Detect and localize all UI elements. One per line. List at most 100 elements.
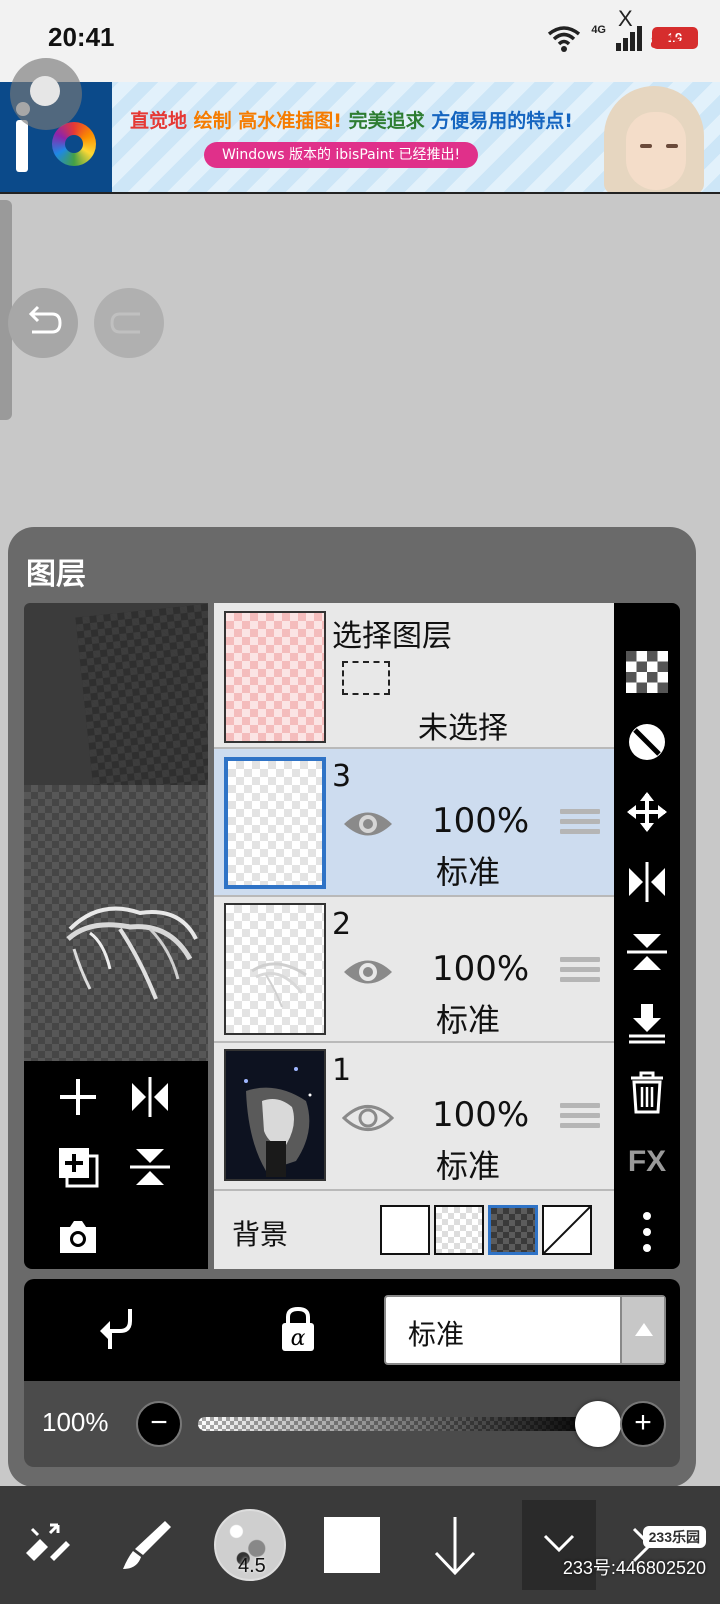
left-layer-tools — [24, 1061, 208, 1269]
network-type-label: 4G — [591, 24, 606, 36]
watermark: 233乐园 233号:446802520 — [563, 1526, 706, 1580]
background-none-option[interactable] — [542, 1205, 592, 1255]
floating-handle[interactable] — [10, 58, 82, 130]
flip-horizontal-icon — [132, 1077, 168, 1117]
clipping-button[interactable] — [96, 1305, 136, 1355]
flip-horizontal-icon — [629, 862, 665, 902]
copy-layer-button[interactable] — [52, 1141, 104, 1193]
flip-horizontal-button[interactable] — [624, 859, 670, 905]
tool-switch-icon — [26, 1523, 70, 1561]
brush-size-value: 4.5 — [238, 1555, 266, 1577]
layer-panel-title: 图层 — [26, 557, 86, 592]
visibility-eye-icon[interactable] — [342, 807, 394, 841]
brush-tool-button[interactable] — [110, 1500, 180, 1590]
slash-icon — [543, 1206, 591, 1254]
alpha-lock-button[interactable]: α — [278, 1305, 318, 1357]
drag-handle-icon[interactable] — [560, 1103, 600, 1133]
move-button[interactable] — [624, 789, 670, 835]
opacity-decrease-button[interactable]: − — [136, 1401, 182, 1447]
background-transparent-dark-option[interactable] — [488, 1205, 538, 1255]
visibility-eye-icon[interactable] — [342, 1101, 394, 1135]
checker-icon — [626, 651, 668, 693]
ad-banner[interactable]: 直觉地 绘制 高水准插图! 完美追求 方便易用的特点! Windows 版本的 … — [0, 82, 720, 194]
ad-subline: Windows 版本的 ibisPaint 已经推出! — [204, 142, 479, 168]
flip-vertical-icon — [130, 1149, 170, 1185]
blend-mode-value: 标准 — [408, 1318, 465, 1351]
invert-icon — [629, 724, 665, 760]
watermark-logo: 233乐园 — [642, 1526, 706, 1548]
more-icon — [643, 1212, 651, 1252]
opacity-value: 100% — [42, 1407, 109, 1437]
merge-down-icon — [629, 1004, 665, 1044]
merge-down-button[interactable] — [624, 999, 670, 1045]
layer-bottom-bar: α 标准 — [24, 1279, 680, 1381]
layer-thumbnail — [224, 903, 326, 1035]
trash-icon — [631, 1071, 663, 1114]
opacity-slider-thumb[interactable] — [575, 1401, 621, 1447]
background-transparent-light-option[interactable] — [434, 1205, 484, 1255]
delete-layer-button[interactable] — [624, 1069, 670, 1115]
fx-label: FX — [627, 1145, 667, 1178]
camera-button[interactable] — [52, 1211, 104, 1263]
dropdown-arrow-icon[interactable] — [620, 1297, 664, 1363]
selection-layer-name: 选择图层 — [332, 619, 452, 654]
hair-sketch-thumbnail — [251, 962, 307, 1008]
flip-layer-vertical-button[interactable] — [124, 1141, 176, 1193]
opacity-increase-button[interactable]: + — [620, 1401, 666, 1447]
redo-button[interactable] — [94, 288, 164, 358]
layer-number: 3 — [332, 759, 352, 794]
clipping-arrow-icon — [100, 1309, 132, 1349]
more-options-button[interactable] — [624, 1209, 670, 1255]
layer-blend-mode: 标准 — [436, 853, 501, 891]
flip-vertical-button[interactable] — [624, 929, 670, 975]
layer-row[interactable]: 1 100% 标准 — [214, 1043, 614, 1191]
background-label: 背景 — [232, 1218, 289, 1251]
redo-icon — [110, 312, 140, 334]
layer-number: 1 — [332, 1053, 352, 1088]
undo-button[interactable] — [8, 288, 78, 358]
ad-character-image — [596, 82, 720, 192]
current-color-swatch — [324, 1517, 380, 1573]
opacity-row: 100% − + — [24, 1381, 680, 1467]
transparency-button[interactable] — [624, 649, 670, 695]
layer-panel: 图层 选择图层 未选择 3 100% 标准 2 100% 标准 1 100% 标… — [8, 527, 696, 1487]
fx-button[interactable]: FX — [624, 1139, 670, 1185]
add-layer-icon — [60, 1079, 96, 1115]
layer-opacity: 100% — [432, 801, 530, 841]
alpha-lock-icon: α — [282, 1306, 314, 1351]
drag-handle-icon[interactable] — [560, 957, 600, 987]
flip-layer-horizontal-button[interactable] — [124, 1071, 176, 1123]
drag-handle-icon[interactable] — [560, 809, 600, 839]
blend-mode-select[interactable]: 标准 — [384, 1295, 666, 1365]
ad-close-button[interactable]: X — [618, 6, 633, 32]
visibility-eye-icon[interactable] — [342, 955, 394, 989]
layer-list: 选择图层 未选择 3 100% 标准 2 100% 标准 1 100% 标准 背… — [214, 603, 614, 1269]
svg-text:α: α — [291, 1326, 306, 1351]
layer-blend-mode: 标准 — [436, 1147, 501, 1185]
selection-marquee-icon — [342, 661, 390, 695]
status-time: 20:41 — [48, 22, 115, 52]
wifi-icon — [548, 26, 581, 52]
camera-icon — [60, 1221, 96, 1253]
selection-layer-thumbnail — [224, 611, 326, 743]
canvas-preview[interactable] — [24, 603, 208, 1061]
arrow-down-icon — [434, 1517, 476, 1576]
ad-headline: 直觉地 绘制 高水准插图! 完美追求 方便易用的特点! — [130, 110, 573, 132]
status-bar: 20:41 4G 19 X ads — [0, 0, 720, 82]
selection-layer-status: 未选择 — [418, 711, 508, 746]
brush-icon — [123, 1521, 171, 1569]
add-layer-button[interactable] — [52, 1071, 104, 1123]
tool-select-button[interactable] — [14, 1500, 78, 1590]
selection-layer-row[interactable]: 选择图层 未选择 — [214, 603, 614, 749]
layer-row[interactable]: 3 100% 标准 — [214, 749, 614, 897]
layer-opacity: 100% — [432, 949, 530, 989]
brush-size-button[interactable]: 4.5 — [208, 1500, 292, 1590]
opacity-slider[interactable] — [198, 1417, 598, 1431]
background-white-option[interactable] — [380, 1205, 430, 1255]
background-row: 背景 — [214, 1191, 614, 1269]
layer-row[interactable]: 2 100% 标准 — [214, 897, 614, 1043]
invert-button[interactable] — [624, 719, 670, 765]
flip-vertical-icon — [627, 934, 667, 970]
color-picker-button[interactable] — [316, 1500, 388, 1590]
layer-down-button[interactable] — [420, 1500, 490, 1590]
